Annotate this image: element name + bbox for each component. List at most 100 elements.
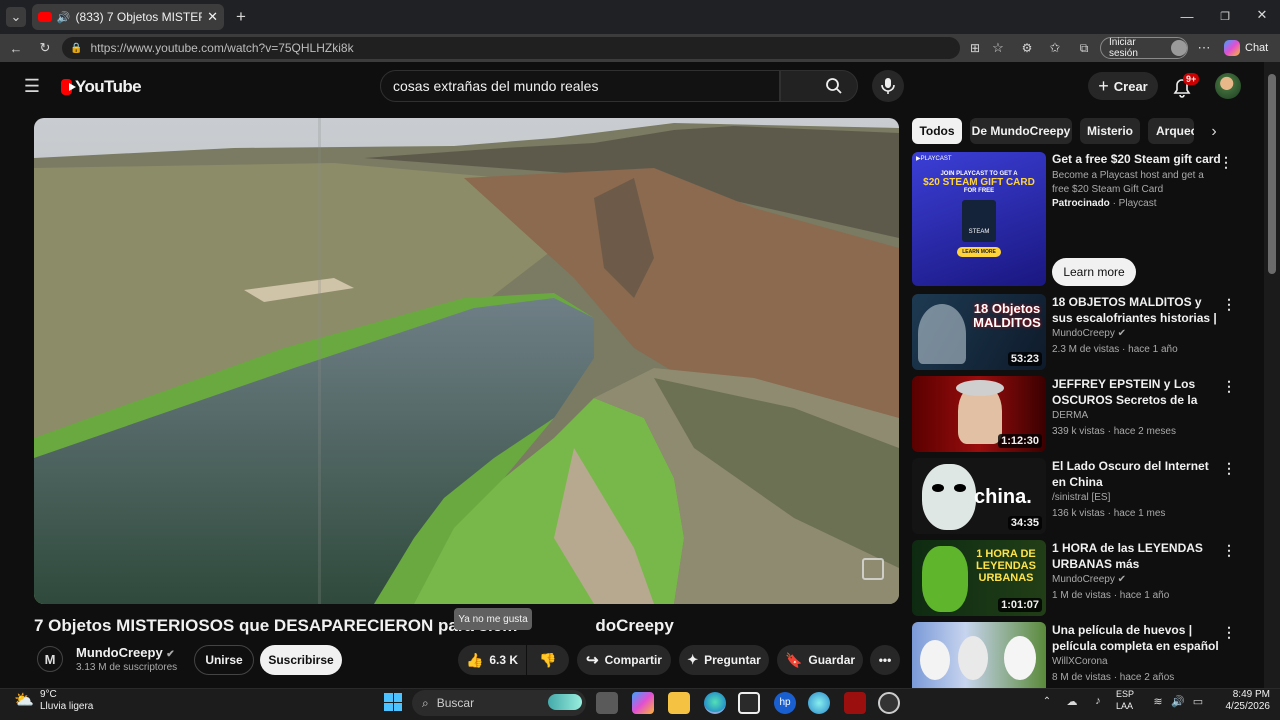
ad-learn-more-button[interactable]: Learn more (1052, 258, 1136, 286)
weather-icon[interactable]: ⛅ (14, 690, 36, 712)
tab-actions-icon[interactable]: ⌄ (6, 7, 26, 27)
ad-thumb-button: LEARN MORE (957, 247, 1001, 257)
more-actions-button[interactable]: ••• (870, 645, 900, 675)
recommendation-item[interactable]: 18 Objetos MALDITOS 53:23 18 OBJETOS MAL… (912, 294, 1242, 370)
save-button[interactable]: 🔖 Guardar (777, 645, 863, 675)
youtube-logo[interactable]: YouTube (61, 77, 142, 97)
mcafee-icon[interactable] (844, 692, 866, 714)
tray-app-icon[interactable]: ♪ (1090, 694, 1106, 708)
apps-icon[interactable]: ⊞ (966, 39, 984, 57)
site-info-icon[interactable]: 🔒 (70, 43, 82, 54)
create-button[interactable]: + Crear (1088, 72, 1158, 100)
language-indicator[interactable]: ESP (1116, 689, 1142, 700)
item-more-icon[interactable]: ⋮ (1222, 460, 1236, 477)
hamburger-menu-icon[interactable]: ☰ (22, 76, 42, 96)
ad-title[interactable]: Get a free $20 Steam gift card (1052, 152, 1221, 168)
youtube-logo-text: YouTube (75, 77, 142, 96)
subscribe-button[interactable]: Suscribirse (260, 645, 342, 675)
search-input[interactable]: cosas extrañas del mundo reales (380, 70, 780, 102)
video-duration: 1:01:07 (998, 598, 1042, 612)
keyboard-layout[interactable]: LAA (1116, 701, 1142, 712)
favorite-star-icon[interactable]: ☆ (989, 39, 1007, 57)
recommendation-meta: 2.3 M de vistas · hace 1 año (1052, 344, 1178, 355)
video-player[interactable] (34, 118, 899, 604)
back-icon[interactable]: ← (7, 39, 25, 57)
profile-avatar-icon (1171, 40, 1187, 56)
start-windows-icon[interactable] (384, 693, 402, 711)
recommendation-channel: WillXCorona (1052, 656, 1108, 667)
join-button[interactable]: Unirse (194, 645, 254, 675)
address-bar[interactable]: 🔒 https://www.youtube.com/watch?v=75QHLH… (62, 37, 960, 59)
bookmark-icon: 🔖 (784, 651, 803, 668)
weather-desc[interactable]: Lluvia ligera (40, 701, 110, 713)
item-more-icon[interactable]: ⋮ (1222, 624, 1236, 641)
item-more-icon[interactable]: ⋮ (1222, 542, 1236, 559)
ad-thumb-line2: $20 STEAM GIFT CARD (923, 177, 1035, 188)
chip-todos[interactable]: Todos (912, 118, 962, 144)
ad-description-1: Become a Playcast host and get a (1052, 170, 1204, 181)
task-view-icon[interactable] (596, 692, 618, 714)
minimize-icon[interactable]: — (1180, 9, 1194, 24)
ad-more-icon[interactable]: ⋮ (1219, 154, 1233, 170)
recommendation-item[interactable]: Una película de huevos | película comple… (912, 622, 1242, 688)
onedrive-icon[interactable]: ☁ (1064, 694, 1080, 708)
taskbar-search-label: Buscar (436, 696, 475, 710)
page-scrollbar[interactable] (1264, 62, 1280, 688)
ad-thumbnail[interactable]: ▶PLAYCAST JOIN PLAYCAST TO GET A $20 STE… (912, 152, 1046, 286)
item-more-icon[interactable]: ⋮ (1222, 296, 1236, 313)
voice-search-button[interactable] (872, 70, 904, 102)
verified-icon: ✔ (166, 649, 175, 660)
chip-mundocreepy[interactable]: De MundoCreepy (970, 118, 1072, 144)
restore-icon[interactable]: ❐ (1218, 9, 1232, 23)
chip-label: Todos (919, 124, 955, 138)
close-window-icon[interactable]: ✕ (1255, 7, 1269, 22)
app-globe-icon[interactable] (808, 692, 830, 714)
browser-tab[interactable]: 🔊 (833) 7 Objetos MISTERIOSOS ✕ (32, 4, 224, 30)
scrollbar-thumb[interactable] (1268, 74, 1276, 274)
weather-temp[interactable]: 9°C (40, 689, 110, 701)
edge-browser-icon[interactable] (704, 692, 726, 714)
search-button[interactable] (780, 70, 858, 102)
chevron-right-icon[interactable]: › (1204, 122, 1224, 142)
close-tab-icon[interactable]: ✕ (207, 9, 218, 25)
battery-icon[interactable]: ▭ (1190, 694, 1206, 708)
ad-sponsor-line: Patrocinado · Playcast (1052, 198, 1220, 210)
share-button[interactable]: ↪ Compartir (577, 645, 671, 675)
recommendation-item[interactable]: china. 34:35 El Lado Oscuro del Internet… (912, 458, 1242, 534)
hp-app-icon[interactable]: hp (774, 692, 796, 714)
store-icon[interactable] (738, 692, 760, 714)
recommendation-item[interactable]: 1:12:30 JEFFREY EPSTEIN y Los OSCUROS Se… (912, 376, 1242, 452)
file-explorer-icon[interactable] (668, 692, 690, 714)
copilot-chat-button[interactable]: Chat (1224, 39, 1272, 57)
ask-button[interactable]: ✦ Preguntar (679, 645, 769, 675)
recommendation-meta: 8 M de vistas · hace 2 años (1052, 672, 1175, 683)
collections-icon[interactable]: ⧉ (1075, 39, 1093, 57)
copilot-app-icon[interactable] (632, 692, 654, 714)
video-thumbnail: 18 Objetos MALDITOS 53:23 (912, 294, 1046, 370)
account-avatar[interactable] (1215, 73, 1241, 99)
extensions-icon[interactable]: ⚙ (1018, 39, 1036, 57)
signin-button[interactable]: Iniciar sesión (1100, 37, 1188, 59)
notifications-button[interactable]: 9+ (1172, 73, 1200, 98)
channel-name[interactable]: MundoCreepy ✔ (76, 645, 196, 661)
clock-date[interactable]: 4/25/2026 (1214, 701, 1271, 713)
wifi-icon[interactable]: ≋ (1150, 694, 1166, 708)
tray-chevron-icon[interactable]: ⌃ (1040, 694, 1054, 708)
reload-icon[interactable]: ↻ (36, 39, 54, 57)
video-title-start: 7 Objetos MISTERIOSOS que DESAPARECIERON… (34, 616, 518, 635)
chip-arqueo[interactable]: Arqueo (1148, 118, 1194, 144)
speaker-icon[interactable]: 🔊 (57, 11, 71, 24)
like-button[interactable]: 👍 6.3 K (458, 645, 526, 675)
more-menu-icon[interactable]: ⋯ (1196, 39, 1212, 57)
recommendation-item[interactable]: 1 HORA DE LEYENDAS URBANAS 1:01:07 1 HOR… (912, 540, 1242, 616)
item-more-icon[interactable]: ⋮ (1222, 378, 1236, 395)
channel-avatar[interactable]: M (37, 646, 63, 672)
clock-time[interactable]: 8:49 PM (1214, 689, 1270, 701)
app-record-icon[interactable] (878, 692, 900, 714)
dislike-button[interactable]: 👎 (527, 645, 569, 675)
youtube-play-icon (61, 79, 76, 95)
favorites-icon[interactable]: ✩ (1046, 39, 1064, 57)
volume-icon[interactable]: 🔊 (1170, 694, 1186, 708)
new-tab-icon[interactable]: + (232, 7, 250, 26)
chip-misterio[interactable]: Misterio (1080, 118, 1140, 144)
